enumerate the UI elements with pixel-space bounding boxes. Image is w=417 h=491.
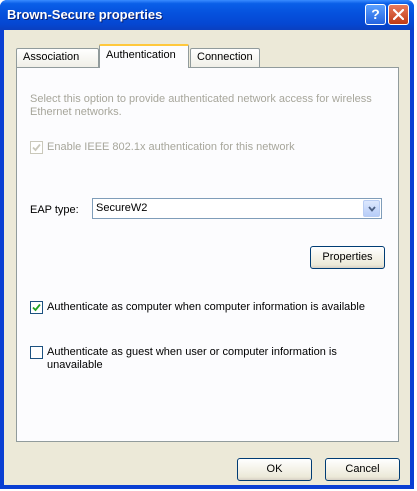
title-bar[interactable]: Brown-Secure properties ? <box>0 0 414 30</box>
enable-8021x-checkbox[interactable] <box>30 141 43 154</box>
auth-as-computer-row: Authenticate as computer when computer i… <box>30 301 365 314</box>
dropdown-button[interactable] <box>363 200 380 217</box>
tab-authentication[interactable]: Authentication <box>99 44 189 68</box>
auth-as-computer-checkbox[interactable] <box>30 301 43 314</box>
checkmark-icon <box>32 143 41 152</box>
chevron-down-icon <box>368 206 376 212</box>
eap-type-label: EAP type: <box>30 204 79 216</box>
eap-type-value: SecureW2 <box>96 202 148 214</box>
authentication-panel: Select this option to provide authentica… <box>16 67 399 442</box>
auth-as-computer-label: Authenticate as computer when computer i… <box>47 301 365 313</box>
properties-button[interactable]: Properties <box>310 246 385 269</box>
auth-as-guest-checkbox[interactable] <box>30 346 43 359</box>
description-text: Select this option to provide authentica… <box>30 93 372 118</box>
window-title: Brown-Secure properties <box>7 7 163 22</box>
auth-as-guest-row: Authenticate as guest when user or compu… <box>30 346 380 372</box>
close-icon <box>393 9 404 20</box>
help-button[interactable]: ? <box>365 4 386 25</box>
properties-dialog: Brown-Secure properties ? Association Au… <box>0 0 414 489</box>
checkmark-icon <box>32 303 41 312</box>
close-button[interactable] <box>388 4 409 25</box>
enable-8021x-row: Enable IEEE 802.1x authentication for th… <box>30 141 295 154</box>
help-icon: ? <box>371 6 380 22</box>
eap-type-select[interactable]: SecureW2 <box>92 198 382 219</box>
cancel-button[interactable]: Cancel <box>325 458 400 481</box>
auth-as-guest-label: Authenticate as guest when user or compu… <box>47 346 337 371</box>
tab-association[interactable]: Association <box>16 48 99 67</box>
enable-8021x-label: Enable IEEE 802.1x authentication for th… <box>47 141 295 153</box>
dialog-client-area: Association Authentication Connection Se… <box>4 30 410 485</box>
tab-connection[interactable]: Connection <box>190 48 260 67</box>
ok-button[interactable]: OK <box>237 458 312 481</box>
